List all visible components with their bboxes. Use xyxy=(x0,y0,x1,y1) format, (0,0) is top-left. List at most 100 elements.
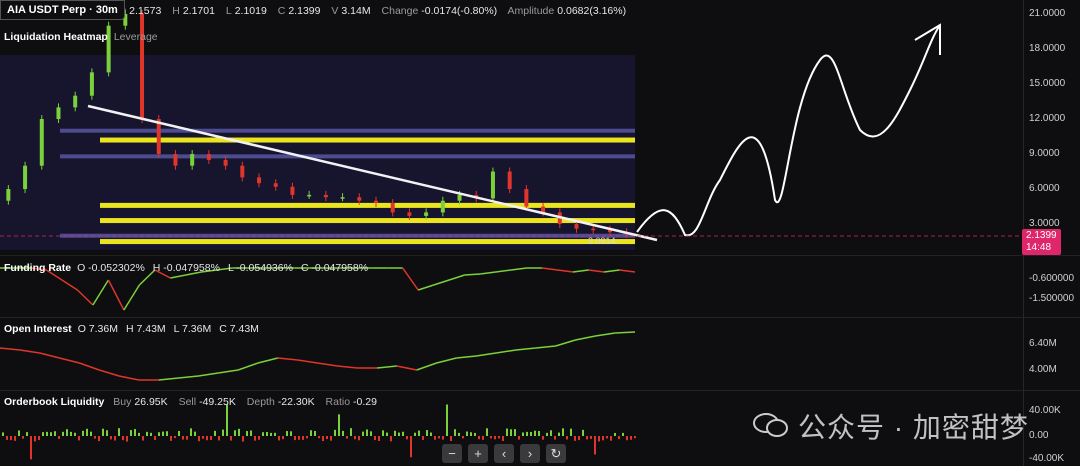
oi-segment xyxy=(535,345,556,349)
liquidity-bar xyxy=(222,429,224,436)
liquidity-bar xyxy=(226,404,228,436)
liquidity-bar xyxy=(118,428,120,436)
liquidity-bar xyxy=(614,432,616,436)
liquidity-bar xyxy=(270,432,272,436)
liquidity-bar xyxy=(334,429,336,436)
liquidity-bar xyxy=(350,428,352,436)
scroll-left-button[interactable]: ‹ xyxy=(494,444,514,463)
tick-label: 12.0000 xyxy=(1029,113,1066,124)
liquidity-bar xyxy=(42,432,44,436)
funding-segment xyxy=(76,289,94,306)
oi-segment xyxy=(515,347,536,351)
liquidity-bar xyxy=(586,436,588,440)
candle xyxy=(490,171,495,199)
funding-segment xyxy=(480,271,496,275)
liquidity-bar xyxy=(258,436,260,440)
liquidity-bar xyxy=(38,436,40,441)
liquidity-bar xyxy=(426,430,428,436)
liquidity-bar xyxy=(54,431,56,436)
liquidity-bar xyxy=(470,432,472,436)
oi-segment xyxy=(198,372,219,377)
liquidity-bar xyxy=(562,428,564,436)
liquidity-bar xyxy=(90,431,92,436)
candle xyxy=(424,212,429,216)
liquidity-bar xyxy=(550,430,552,436)
funding-segment xyxy=(541,267,558,271)
liquidity-bar xyxy=(410,436,412,458)
liquidity-bar xyxy=(462,436,464,439)
zoom-in-button[interactable]: + xyxy=(468,444,488,463)
oi-segment xyxy=(218,369,239,374)
liquidity-bar xyxy=(286,431,288,436)
candle xyxy=(173,154,178,166)
oi-segment xyxy=(476,352,497,357)
liquidity-bar xyxy=(338,414,340,436)
liquidity-bar xyxy=(50,432,52,436)
liquidity-bar xyxy=(254,436,256,441)
tick-label: 40.00K xyxy=(1029,405,1061,416)
liquidity-bar xyxy=(206,436,208,441)
liquidity-bar xyxy=(606,436,608,439)
oi-segment xyxy=(595,332,616,337)
funding-segment xyxy=(588,269,605,273)
reset-button[interactable]: ↻ xyxy=(546,444,566,463)
watermark: 公众号 · 加密甜梦 xyxy=(798,412,1029,443)
liquidity-bar xyxy=(542,436,544,440)
liquidity-bar xyxy=(570,428,572,436)
liquidity-bar xyxy=(198,436,200,442)
liquidity-bar xyxy=(66,429,68,436)
funding-pane[interactable]: Funding Rate O -0.052302% H -0.047958% L -0… xyxy=(0,255,1080,318)
liquidity-bar xyxy=(414,432,416,436)
liquidity-bar xyxy=(418,430,420,436)
liquidity-bar xyxy=(86,428,88,436)
liquidity-bar xyxy=(622,432,624,436)
funding-segment xyxy=(433,279,450,286)
candle xyxy=(190,154,195,166)
oi-segment xyxy=(277,357,298,361)
liquidity-bar xyxy=(62,431,64,436)
wechat-icon xyxy=(753,413,788,437)
liquidity-bar xyxy=(482,436,484,440)
zoom-out-button[interactable]: − xyxy=(442,444,462,463)
hand-drawn-arrow xyxy=(636,23,941,237)
funding-segment xyxy=(417,284,434,291)
oi-segment xyxy=(297,359,318,364)
liquidity-bar xyxy=(150,432,152,436)
liquidity-bar xyxy=(582,429,584,436)
price-pane[interactable]: AIA USDT Perp · 30m O2.1573 H2.1701 L2.1… xyxy=(0,0,1080,256)
liquidity-bar xyxy=(238,428,240,436)
liquidity-bar xyxy=(626,436,628,441)
liquidity-bar xyxy=(438,436,440,439)
liquidity-bar xyxy=(34,436,36,442)
liquidity-bar xyxy=(246,431,248,436)
heat-band xyxy=(100,137,635,143)
liquidity-bar xyxy=(530,431,532,436)
liquidity-bar xyxy=(374,436,376,441)
candle xyxy=(507,171,512,190)
liquidity-bar xyxy=(294,436,296,441)
tick-label: 4.00M xyxy=(1029,364,1057,375)
liquidity-bar xyxy=(326,436,328,440)
symbol-selector[interactable]: AIA USDT Perp · 30m xyxy=(0,0,125,20)
liquidity-bar xyxy=(566,436,568,440)
candle xyxy=(273,183,278,187)
tick-label: -0.600000 xyxy=(1029,273,1075,284)
scroll-right-button[interactable]: › xyxy=(520,444,540,463)
candle xyxy=(290,186,295,195)
oi-segment xyxy=(0,347,20,351)
liquidity-bar xyxy=(430,432,432,436)
liquidity-bar xyxy=(358,436,360,441)
ohlc-legend: O2.1573 H2.1701 L2.1019 C2.1399 V3.14M C… xyxy=(118,5,627,17)
liquidity-bar xyxy=(262,432,264,436)
funding-segment xyxy=(603,269,620,273)
candle xyxy=(373,200,378,204)
liquidity-bar xyxy=(362,431,364,436)
funding-segment xyxy=(511,267,527,271)
liquidity-bar xyxy=(318,436,320,439)
tick-label: 0.00 xyxy=(1029,430,1049,441)
liquidity-bar xyxy=(450,436,452,442)
open-interest-pane[interactable]: Open Interest O 7.36M H 7.43M L 7.36M C 7.43… xyxy=(0,318,1080,391)
liquidity-bar xyxy=(30,436,32,460)
current-price-tag: 2.1399 14:48 xyxy=(1022,229,1061,255)
orderbook-legend: Orderbook Liquidity Buy 26.95K Sell -49.25… xyxy=(4,396,377,408)
